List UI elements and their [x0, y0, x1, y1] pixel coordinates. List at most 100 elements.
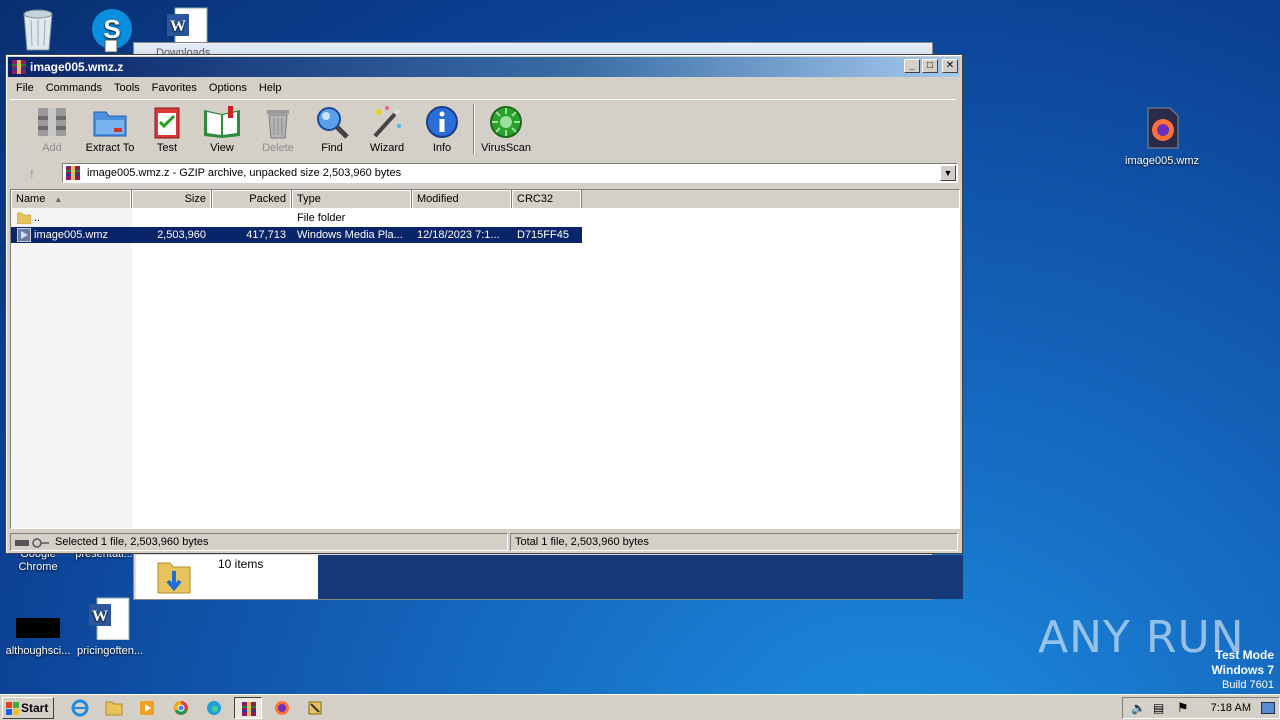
winrar-window[interactable]: image005.wmz.z _ □ ✕ File Commands Tools…: [5, 54, 963, 554]
close-button[interactable]: ✕: [942, 59, 958, 73]
edge-icon: [207, 701, 221, 715]
menu-help[interactable]: Help: [253, 79, 288, 97]
desktop-icon-label: image005.wmz: [1125, 155, 1199, 167]
show-desktop-icon[interactable]: [1261, 702, 1275, 714]
archive-path-text: image005.wmz.z - GZIP archive, unpacked …: [87, 167, 402, 179]
row-size: 2,503,960: [157, 229, 206, 241]
column-packed[interactable]: Packed: [212, 190, 292, 208]
menu-commands[interactable]: Commands: [40, 79, 108, 97]
view-button[interactable]: View: [192, 104, 252, 154]
action-center-flag-icon[interactable]: ⚑: [1177, 700, 1189, 716]
windows-flag-icon: [6, 702, 19, 715]
wizard-label: Wizard: [369, 142, 405, 154]
name-column-shade: [11, 208, 132, 528]
arrow-up-icon: ↑: [28, 165, 36, 181]
chevron-down-icon[interactable]: ▼: [940, 165, 956, 181]
column-size-label: Size: [184, 193, 206, 205]
winrar-app-icon: [242, 702, 256, 716]
taskbar-edge[interactable]: [200, 697, 228, 719]
desktop-icon-pricingoften[interactable]: W pricingoften...: [72, 596, 148, 658]
status-left: Selected 1 file, 2,503,960 bytes: [10, 533, 508, 551]
row-type: Windows Media Pla...: [297, 229, 403, 241]
menu-options[interactable]: Options: [203, 79, 253, 97]
test-label: Test: [156, 142, 178, 154]
menu-file[interactable]: File: [10, 79, 40, 97]
firefox-icon: [275, 701, 289, 715]
minimize-button[interactable]: _: [904, 59, 920, 73]
column-size[interactable]: Size: [132, 190, 212, 208]
wizard-wand-icon: [373, 106, 401, 138]
desktop-icon-althoughsci[interactable]: althoughsci...: [0, 616, 76, 658]
table-row-parent[interactable]: .. File folder: [11, 210, 582, 226]
virusscan-label: VirusScan: [481, 142, 531, 154]
title-bar[interactable]: image005.wmz.z _ □ ✕: [8, 57, 960, 77]
desktop-icon-label: althoughsci...: [5, 645, 71, 657]
black-file-icon: [16, 618, 60, 638]
extract-to-button[interactable]: Extract To: [80, 104, 140, 154]
sort-ascending-icon: ▲: [54, 195, 63, 204]
wizard-button[interactable]: Wizard: [357, 104, 417, 154]
maximize-button[interactable]: □: [922, 59, 938, 73]
find-magnifier-icon: [317, 107, 349, 139]
folder-icon: [17, 212, 31, 224]
window-title: image005.wmz.z: [30, 60, 124, 74]
find-button[interactable]: Find: [302, 104, 362, 154]
column-type[interactable]: Type: [292, 190, 412, 208]
row-type: File folder: [297, 212, 346, 224]
speaker-icon[interactable]: 🔈: [1131, 701, 1146, 715]
up-folder-button[interactable]: ↑: [12, 163, 52, 183]
settings-tool-icon: [308, 701, 322, 715]
archive-path-combo[interactable]: image005.wmz.z - GZIP archive, unpacked …: [62, 163, 958, 183]
details-pane-background: [318, 555, 963, 599]
winrar-archive-icon: [66, 166, 80, 180]
desktop-icon-label: pricingoften...: [76, 645, 144, 657]
view-label: View: [210, 142, 234, 154]
menu-tools[interactable]: Tools: [108, 79, 146, 97]
start-button[interactable]: Start: [2, 697, 54, 719]
taskbar: Start 🔈 ▤ ⚑ 7:18 AM: [0, 694, 1280, 720]
address-bar: ↑ image005.wmz.z - GZIP archive, unpacke…: [10, 161, 958, 185]
clock[interactable]: 7:18 AM: [1211, 698, 1251, 718]
column-packed-label: Packed: [249, 193, 286, 205]
test-button[interactable]: Test: [137, 104, 197, 154]
table-row-selected[interactable]: image005.wmz 2,503,960 417,713 Windows M…: [11, 227, 582, 243]
status-bar: Selected 1 file, 2,503,960 bytes Total 1…: [10, 533, 960, 551]
menu-favorites[interactable]: Favorites: [146, 79, 203, 97]
info-label: Info: [432, 142, 452, 154]
downloads-folder-icon: [157, 562, 191, 594]
add-button[interactable]: Add: [22, 104, 82, 154]
row-packed: 417,713: [246, 229, 286, 241]
folder-icon: [105, 701, 123, 716]
column-crc32[interactable]: CRC32: [512, 190, 582, 208]
taskbar-chrome[interactable]: [167, 697, 195, 719]
taskbar-firefox[interactable]: [268, 697, 296, 719]
info-button[interactable]: Info: [412, 104, 472, 154]
drive-key-icon: [15, 537, 51, 554]
row-name: ..: [34, 212, 41, 224]
recycle-bin-icon: [23, 9, 53, 51]
word-document-icon: W: [89, 597, 130, 641]
test-mode-line3: Build 7601: [1222, 679, 1274, 691]
column-type-label: Type: [297, 193, 321, 205]
row-name: image005.wmz: [34, 229, 108, 241]
desktop-icon-recycle-bin[interactable]: [0, 6, 76, 57]
menu-bar: File Commands Tools Favorites Options He…: [10, 79, 287, 97]
taskbar-ie[interactable]: [66, 697, 94, 719]
file-list[interactable]: Name ▲ Size Packed Type Modified CRC32 .…: [10, 189, 960, 529]
winrar-app-icon: [12, 60, 26, 74]
taskbar-media-player[interactable]: [133, 697, 161, 719]
test-clipboard-icon: [154, 107, 180, 139]
delete-button[interactable]: Delete: [248, 104, 308, 154]
add-label: Add: [42, 142, 62, 154]
virusscan-button[interactable]: VirusScan: [476, 104, 536, 154]
find-label: Find: [321, 142, 343, 154]
test-mode-notice: Test Mode Windows 7 Build 7601: [1211, 648, 1274, 692]
desktop-icon-image005[interactable]: image005.wmz: [1122, 106, 1202, 168]
taskbar-winrar[interactable]: [234, 697, 262, 719]
start-label: Start: [21, 701, 49, 715]
taskbar-explorer[interactable]: [100, 697, 128, 719]
column-name[interactable]: Name ▲: [11, 190, 132, 208]
taskbar-tool[interactable]: [301, 697, 329, 719]
column-modified[interactable]: Modified: [412, 190, 512, 208]
network-icon[interactable]: ▤: [1153, 701, 1164, 715]
